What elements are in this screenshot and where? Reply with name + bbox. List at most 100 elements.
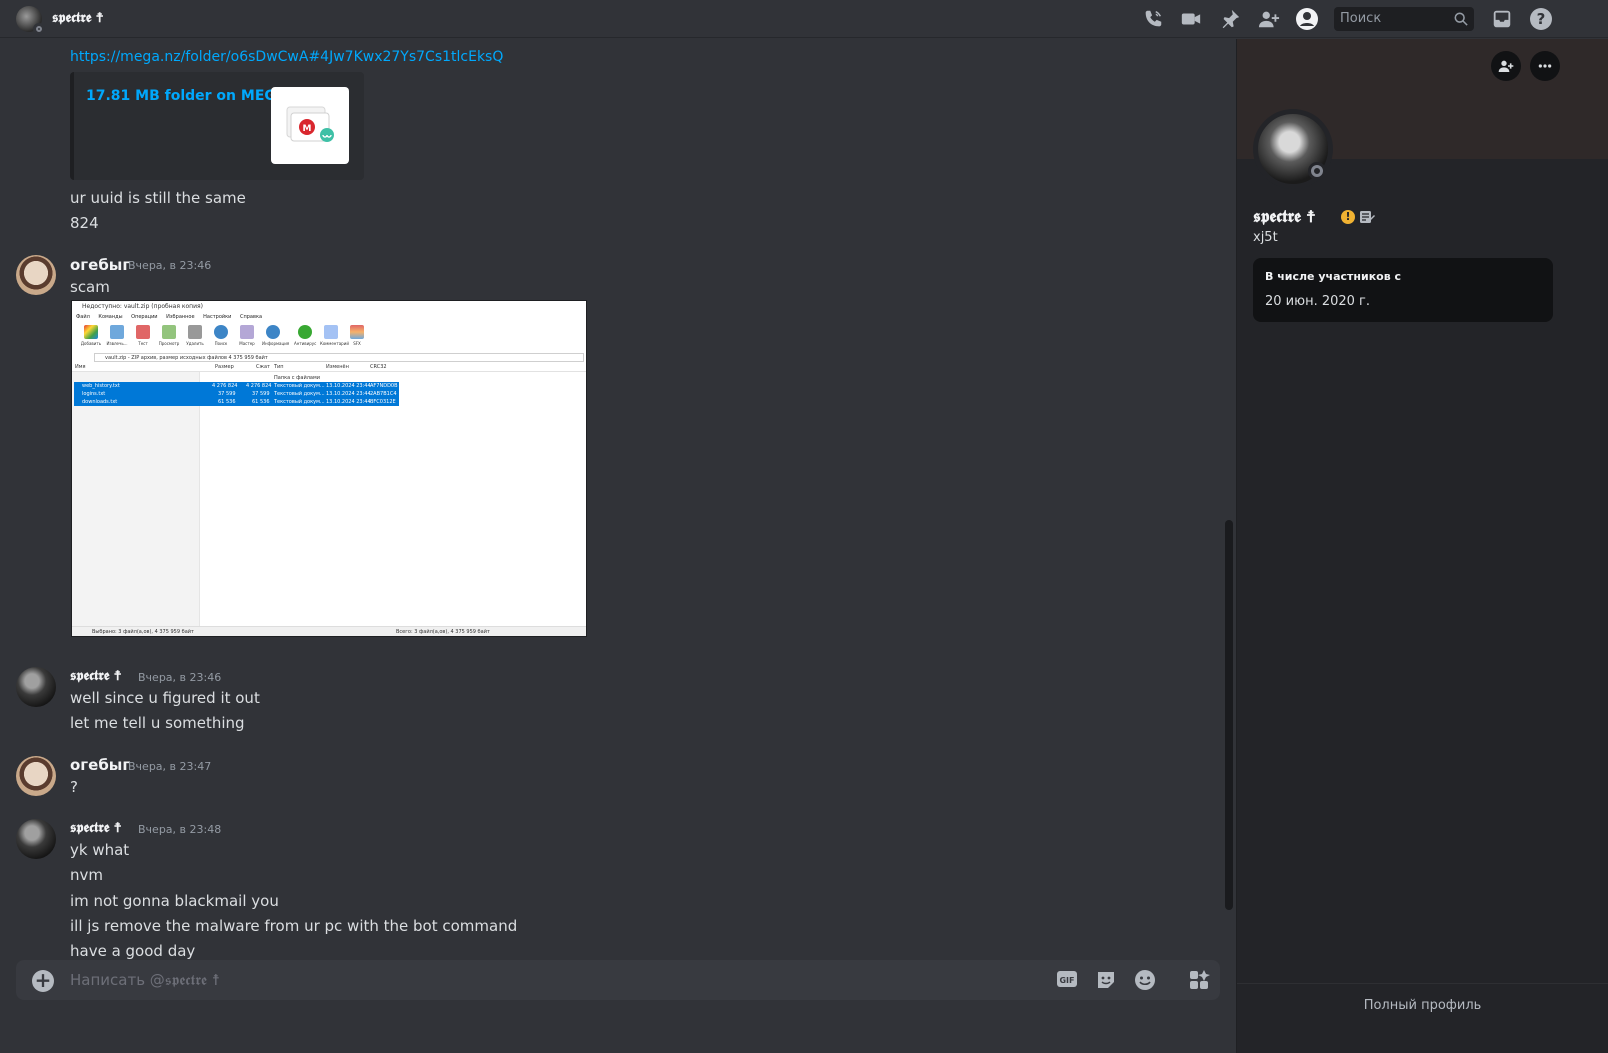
archive-menu-item: Избранное [166, 314, 195, 320]
member-since-date: 20 июн. 2020 г. [1265, 294, 1371, 309]
message-author[interactable]: 𝖘𝖕𝖊𝖈𝖙𝖗𝖊 ☨ [70, 668, 121, 684]
add-friend-icon[interactable] [1491, 51, 1521, 81]
archive-menubar: Файл Команды Операции Избранное Настройк… [76, 314, 269, 320]
pin-icon[interactable] [1217, 6, 1243, 32]
archive-tool: Извлечь... [106, 325, 128, 349]
header-avatar[interactable] [16, 6, 45, 35]
archive-tool: Удалить [184, 325, 206, 349]
top-bar: 𝖘𝖕𝖊𝖈𝖙𝖗𝖊 ☨ Поиск ? [0, 0, 1608, 38]
archive-tool: Поиск [210, 325, 232, 349]
archive-tool: Комментарий [320, 325, 349, 349]
avatar[interactable] [16, 756, 56, 796]
message-text: ur uuid is still the same [70, 189, 246, 207]
apps-icon[interactable] [1188, 969, 1212, 991]
message-timestamp: Вчера, в 23:47 [128, 760, 212, 773]
message-text: ? [70, 778, 78, 796]
archive-menu-item: Настройки [203, 314, 232, 320]
message-text: let me tell u something [70, 714, 245, 732]
message-author[interactable]: огебыг [70, 756, 130, 774]
message-timestamp: Вчера, в 23:48 [138, 823, 222, 836]
message-text: 824 [70, 214, 99, 232]
archive-row: downloads.txt 61 536 61 536 Текстовый докум… [74, 398, 399, 406]
embed-title[interactable]: 17.81 MB folder on MEGA [86, 88, 287, 104]
message-author[interactable]: огебыг [70, 256, 130, 274]
status-indicator [33, 23, 45, 35]
warning-icon[interactable]: ! [1341, 210, 1355, 224]
profile-display-name: 𝖘𝖕𝖊𝖈𝖙𝖗𝖊 ☨ [1253, 207, 1316, 227]
message-author[interactable]: 𝖘𝖕𝖊𝖈𝖙𝖗𝖊 ☨ [70, 820, 121, 836]
message-input[interactable]: Написать @𝖘𝖕𝖊𝖈𝖙𝖗𝖊 ☨ [70, 971, 220, 989]
gif-icon[interactable]: GIF [1056, 969, 1080, 991]
image-attachment[interactable]: Недоступно: vault.zip (пробная копия) Фа… [71, 300, 587, 637]
svg-text:?: ? [1537, 10, 1546, 28]
archive-statusbar: Выбрано: 3 файл(а,ов), 4 375 959 байт Вс… [72, 626, 586, 636]
archive-tool: Антивирус [294, 325, 316, 349]
profile-avatar[interactable] [1253, 109, 1333, 189]
search-input[interactable]: Поиск [1334, 7, 1474, 31]
archive-row: logins.txt 37 599 37 599 Текстовый докум...… [74, 390, 399, 398]
column-header: Имя [75, 364, 86, 370]
archive-tool: SFX [346, 325, 368, 349]
message-timestamp: Вчера, в 23:46 [138, 671, 222, 684]
mega-logo-letter: M [303, 124, 312, 134]
full-profile-button[interactable]: Полный профиль [1237, 983, 1608, 1027]
archive-tool: Добавить [80, 325, 102, 349]
mega-link[interactable]: https://mega.nz/folder/o6sDwCwA#4Jw7Kwx2… [70, 49, 503, 65]
dm-title: 𝖘𝖕𝖊𝖈𝖙𝖗𝖊 ☨ [52, 10, 104, 26]
archive-window-title: Недоступно: vault.zip (пробная копия) [82, 303, 203, 310]
column-header: Тип [274, 364, 284, 370]
message-text: well since u figured it out [70, 689, 260, 707]
phone-call-icon[interactable] [1140, 6, 1166, 32]
archive-menu-item: Операции [131, 314, 158, 320]
chat-scrollbar[interactable] [1225, 520, 1233, 910]
column-header: CRC32 [370, 364, 387, 370]
note-icon[interactable] [1359, 209, 1375, 225]
profile-sidebar: 𝖘𝖕𝖊𝖈𝖙𝖗𝖊 ☨ ! xj5t В числе участников с 20… [1236, 39, 1608, 1053]
archive-menu-item: Справка [240, 314, 263, 320]
archive-tool: Мастер [236, 325, 258, 349]
user-profile-icon[interactable] [1294, 6, 1320, 32]
help-icon[interactable]: ? [1528, 6, 1554, 32]
member-since-card: В числе участников с 20 июн. 2020 г. [1253, 258, 1553, 322]
embed-thumbnail[interactable]: M [271, 87, 349, 164]
more-icon[interactable] [1530, 51, 1560, 81]
message-text: ill js remove the malware from ur pc wit… [70, 917, 518, 935]
archive-menu-item: Файл [76, 314, 90, 320]
message-text: im not gonna blackmail you [70, 892, 279, 910]
avatar[interactable] [16, 667, 56, 707]
message-timestamp: Вчера, в 23:46 [128, 259, 212, 272]
archive-menu-item: Команды [98, 314, 123, 320]
inbox-icon[interactable] [1489, 6, 1515, 32]
message-text: scam [70, 278, 110, 296]
avatar[interactable] [16, 255, 56, 295]
message-text: nvm [70, 866, 103, 884]
archive-left-pane [72, 372, 200, 627]
chat-area: https://mega.nz/folder/o6sDwCwA#4Jw7Kwx2… [0, 39, 1236, 960]
archive-path: vault.zip - ZIP архив, размер исходных ф… [94, 353, 584, 362]
link-embed: 17.81 MB folder on MEGA M [70, 72, 364, 180]
archive-tool: Информация [262, 325, 289, 349]
member-since-label: В числе участников с [1265, 270, 1402, 283]
avatar[interactable] [16, 819, 56, 859]
message-text: yk what [70, 841, 130, 859]
svg-text:GIF: GIF [1059, 976, 1074, 985]
column-header: Сжат [256, 364, 270, 370]
add-friend-icon[interactable] [1256, 6, 1282, 32]
archive-tool: Тест [132, 325, 154, 349]
archive-toolbar: Добавить Извлечь... Тест Просмотр Удалит… [80, 325, 368, 349]
profile-username: xj5t [1253, 230, 1278, 245]
archive-tool: Просмотр [158, 325, 180, 349]
column-header: Размер [215, 364, 234, 370]
search-icon [1454, 11, 1468, 35]
archive-columns: Имя Размер Сжат Тип Изменён CRC32 [72, 364, 586, 372]
message-text: have a good day [70, 942, 196, 960]
plus-icon[interactable]: + [32, 970, 54, 992]
column-header: Изменён [326, 364, 349, 370]
message-composer: + Написать @𝖘𝖕𝖊𝖈𝖙𝖗𝖊 ☨ GIF [16, 960, 1220, 1000]
search-placeholder: Поиск [1340, 11, 1382, 26]
archive-row: web_history.txt 4 276 824 4 276 824 Текстов… [74, 382, 399, 390]
status-indicator [1308, 162, 1326, 180]
emoji-icon[interactable] [1134, 969, 1158, 991]
sticker-icon[interactable] [1095, 969, 1119, 991]
video-camera-icon[interactable] [1178, 6, 1204, 32]
